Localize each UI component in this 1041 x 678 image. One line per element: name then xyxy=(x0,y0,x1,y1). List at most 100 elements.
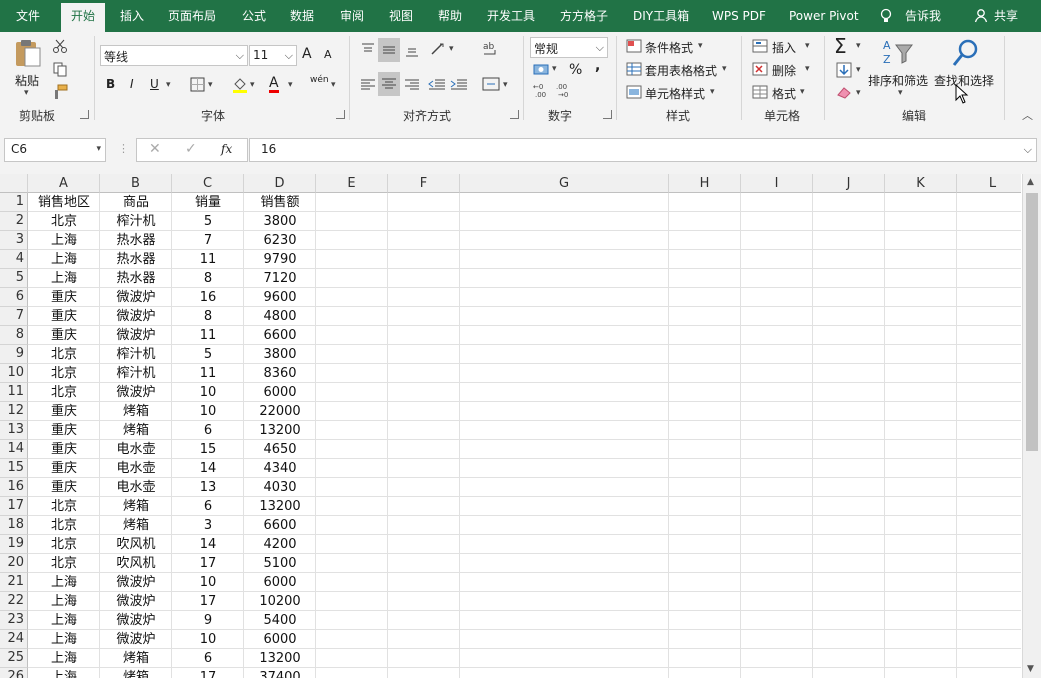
cell-c17[interactable]: 6 xyxy=(172,497,244,516)
font-color-button[interactable]: A xyxy=(269,76,279,93)
cell-c23[interactable]: 9 xyxy=(172,611,244,630)
clipboard-launcher-icon[interactable] xyxy=(80,110,89,119)
underline-button[interactable]: U xyxy=(150,77,159,91)
font-size-select[interactable]: 11 ⌵ xyxy=(249,45,297,66)
cell-c8[interactable]: 11 xyxy=(172,326,244,345)
row-header[interactable]: 19 xyxy=(0,535,28,554)
cell-b21[interactable]: 微波炉 xyxy=(100,573,172,592)
insert-dropdown-icon[interactable]: ▾ xyxy=(805,41,810,51)
delete-dropdown-icon[interactable]: ▾ xyxy=(805,64,810,74)
row-header[interactable]: 21 xyxy=(0,573,28,592)
column-header-f[interactable]: F xyxy=(388,174,460,193)
row-header[interactable]: 12 xyxy=(0,402,28,421)
phonetic-button[interactable]: wén xyxy=(310,75,329,85)
cell-d20[interactable]: 5100 xyxy=(244,554,316,573)
row-header[interactable]: 11 xyxy=(0,383,28,402)
cell-b16[interactable]: 电水壶 xyxy=(100,478,172,497)
cell-d26[interactable]: 37400 xyxy=(244,668,316,678)
insert-cells-icon[interactable] xyxy=(752,39,768,56)
paste-icon[interactable] xyxy=(13,38,43,68)
row-header[interactable]: 26 xyxy=(0,668,28,678)
shrink-font-button[interactable]: A xyxy=(324,48,332,61)
orientation-dropdown-icon[interactable]: ▾ xyxy=(449,44,454,54)
phonetic-dropdown-icon[interactable]: ▾ xyxy=(331,80,336,90)
column-header-e[interactable]: E xyxy=(316,174,388,193)
cell-b26[interactable]: 烤箱 xyxy=(100,668,172,678)
cell-d12[interactable]: 22000 xyxy=(244,402,316,421)
cell-c6[interactable]: 16 xyxy=(172,288,244,307)
font-color-dropdown-icon[interactable]: ▾ xyxy=(288,80,293,90)
cell-b10[interactable]: 榨汁机 xyxy=(100,364,172,383)
vertical-scrollbar[interactable]: ▲ ▼ xyxy=(1022,174,1041,678)
cell-c2[interactable]: 5 xyxy=(172,212,244,231)
tab-view[interactable]: 视图 xyxy=(389,0,413,32)
percent-button[interactable]: % xyxy=(569,62,582,78)
cell-a18[interactable]: 北京 xyxy=(28,516,100,535)
cell-styles-icon[interactable] xyxy=(626,85,642,102)
cell-a12[interactable]: 重庆 xyxy=(28,402,100,421)
row-header[interactable]: 4 xyxy=(0,250,28,269)
cell-a17[interactable]: 北京 xyxy=(28,497,100,516)
row-header[interactable]: 10 xyxy=(0,364,28,383)
tab-insert[interactable]: 插入 xyxy=(120,0,144,32)
cell-d8[interactable]: 6600 xyxy=(244,326,316,345)
cell-c21[interactable]: 10 xyxy=(172,573,244,592)
cell-b4[interactable]: 热水器 xyxy=(100,250,172,269)
orientation-icon[interactable] xyxy=(430,41,448,60)
cell-a7[interactable]: 重庆 xyxy=(28,307,100,326)
font-launcher-icon[interactable] xyxy=(336,110,345,119)
cell-c24[interactable]: 10 xyxy=(172,630,244,649)
format-cells-button[interactable]: 格式 xyxy=(772,85,796,102)
cell-d3[interactable]: 6230 xyxy=(244,231,316,250)
expand-formula-icon[interactable]: ⌵ xyxy=(1024,143,1032,157)
column-header-a[interactable]: A xyxy=(28,174,100,193)
format-dropdown-icon[interactable]: ▾ xyxy=(800,87,805,97)
cell-d7[interactable]: 4800 xyxy=(244,307,316,326)
scrollbar-thumb[interactable] xyxy=(1026,193,1038,451)
cell-c11[interactable]: 10 xyxy=(172,383,244,402)
tab-file[interactable]: 文件 xyxy=(16,0,40,32)
column-header-k[interactable]: K xyxy=(885,174,957,193)
cell-b17[interactable]: 烤箱 xyxy=(100,497,172,516)
worksheet-grid[interactable]: A B C D E F G H I J K L 1 销售地区 商品 销量 销售额 2 北京 榨汁机 5 3800 3 上海 热水… xyxy=(0,174,1021,678)
tab-page-layout[interactable]: 页面布局 xyxy=(168,0,216,32)
paste-dropdown-icon[interactable]: ▾ xyxy=(24,88,29,98)
cell-b14[interactable]: 电水壶 xyxy=(100,440,172,459)
cell-d25[interactable]: 13200 xyxy=(244,649,316,668)
align-left-icon[interactable] xyxy=(360,78,376,95)
currency-dropdown-icon[interactable]: ▾ xyxy=(552,64,557,74)
insert-function-button[interactable]: fx xyxy=(221,142,232,156)
paste-button[interactable]: 粘贴 xyxy=(15,72,39,89)
align-center-icon[interactable] xyxy=(378,72,400,96)
cell-c14[interactable]: 15 xyxy=(172,440,244,459)
increase-decimal-icon[interactable]: ←0.00 xyxy=(533,82,551,101)
cell-b3[interactable]: 热水器 xyxy=(100,231,172,250)
cell-a5[interactable]: 上海 xyxy=(28,269,100,288)
cell-b12[interactable]: 烤箱 xyxy=(100,402,172,421)
fill-dropdown-icon[interactable]: ▾ xyxy=(250,80,255,90)
delete-cells-button[interactable]: 删除 xyxy=(772,62,796,79)
cell-c15[interactable]: 14 xyxy=(172,459,244,478)
fill-color-icon[interactable] xyxy=(232,76,248,97)
format-cells-icon[interactable] xyxy=(752,85,768,102)
select-all-corner[interactable] xyxy=(0,174,28,193)
merge-center-icon[interactable] xyxy=(482,76,500,95)
column-header-i[interactable]: I xyxy=(741,174,813,193)
autosum-dropdown-icon[interactable]: ▾ xyxy=(856,41,861,51)
cell-d4[interactable]: 9790 xyxy=(244,250,316,269)
conditional-format-button[interactable]: 条件格式 xyxy=(645,39,693,56)
name-box-dropdown-icon[interactable]: ▾ xyxy=(96,144,101,154)
cell-d9[interactable]: 3800 xyxy=(244,345,316,364)
find-select-icon[interactable] xyxy=(950,38,980,71)
cell-a4[interactable]: 上海 xyxy=(28,250,100,269)
cell-d11[interactable]: 6000 xyxy=(244,383,316,402)
row-header[interactable]: 2 xyxy=(0,212,28,231)
align-bottom-icon[interactable] xyxy=(404,42,420,61)
cell-c10[interactable]: 11 xyxy=(172,364,244,383)
decrease-decimal-icon[interactable]: .00 →0 xyxy=(556,82,574,101)
cell-c13[interactable]: 6 xyxy=(172,421,244,440)
row-header[interactable]: 25 xyxy=(0,649,28,668)
column-header-j[interactable]: J xyxy=(813,174,885,193)
cell-c26[interactable]: 17 xyxy=(172,668,244,678)
row-header[interactable]: 7 xyxy=(0,307,28,326)
